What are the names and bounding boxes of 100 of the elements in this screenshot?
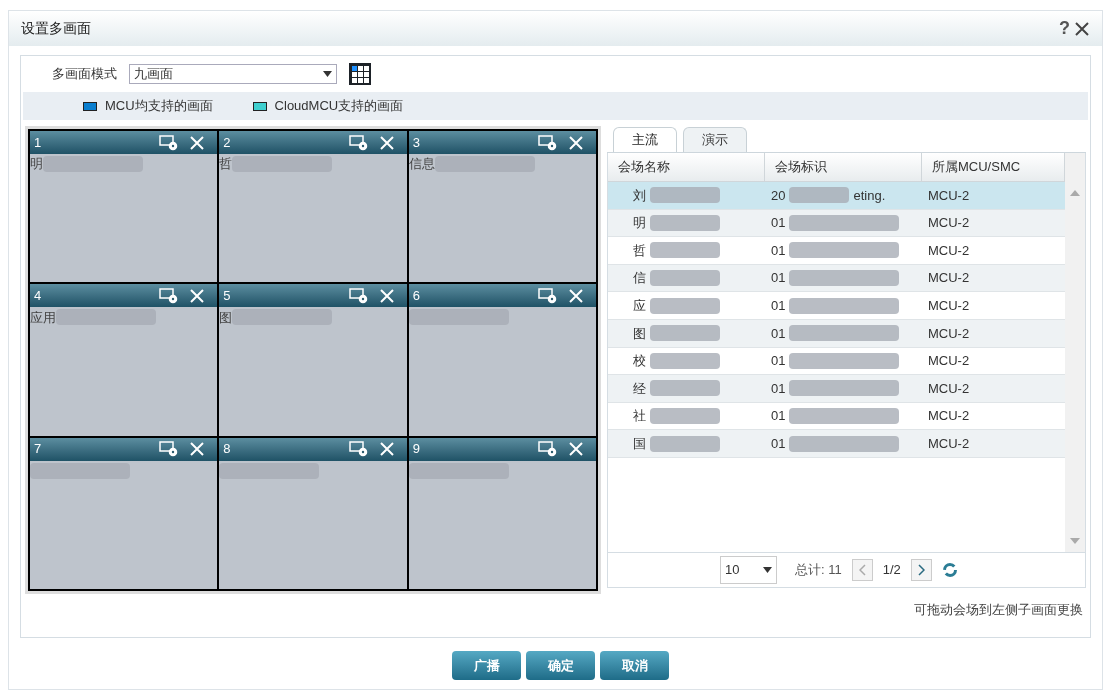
tile-number: 3 — [412, 133, 420, 152]
redacted-block — [650, 352, 720, 369]
screen-tile[interactable]: 1 明 — [30, 131, 218, 283]
monitor-gear-icon[interactable] — [348, 287, 369, 304]
table-cell-text: 信 — [633, 269, 646, 288]
table-cell-text: MCU-2 — [928, 241, 970, 260]
table-cell-text: eting. — [853, 186, 886, 205]
monitor-gear-icon[interactable] — [348, 134, 369, 151]
table-cell-text: 应 — [633, 296, 646, 315]
table-row[interactable]: 国 01 MCU-2 — [608, 430, 1065, 458]
dialog-title: 设置多画面 — [21, 19, 91, 38]
help-button[interactable]: ? — [1059, 15, 1070, 42]
redacted-block — [650, 270, 720, 287]
screen-tile[interactable]: 6 — [408, 284, 596, 436]
tab[interactable]: 主流 — [613, 127, 677, 152]
table-cell-text: 哲 — [633, 241, 646, 260]
table-cell-text: MCU-2 — [928, 379, 970, 398]
table-cell-text: 社 — [633, 407, 646, 426]
table-row[interactable]: 图 01 MCU-2 — [608, 319, 1065, 348]
mode-label: 多画面模式 — [52, 65, 117, 84]
table-cell-text: 20 — [771, 186, 786, 205]
table-row[interactable]: 经 01 MCU-2 — [608, 375, 1065, 403]
site-name: 图 — [219, 308, 233, 327]
redacted-block — [650, 187, 720, 204]
redacted-block — [650, 214, 720, 231]
tile-number: 7 — [34, 440, 42, 459]
table-cell-text: MCU-2 — [928, 214, 970, 233]
caret-icon — [323, 71, 332, 77]
dialog-button[interactable]: 确定 — [526, 651, 595, 680]
page-indicator: 1/2 — [882, 561, 901, 580]
table-cell-text: MCU-2 — [928, 186, 970, 205]
table-cell-text: MCU-2 — [928, 296, 970, 315]
table-cell-text: 01 — [771, 407, 786, 426]
table-cell-text: 01 — [771, 214, 786, 233]
screen-tile[interactable]: 8 — [219, 437, 407, 589]
table-cell-text: 经 — [633, 379, 646, 398]
screen-tile[interactable]: 2 哲 — [219, 131, 407, 283]
mode-dropdown[interactable]: 九画面 — [129, 64, 337, 84]
table-cell-text: 01 — [771, 379, 786, 398]
table-cell-text: 明 — [633, 214, 646, 233]
redacted-block — [789, 187, 850, 204]
column-header[interactable]: 会场标识 — [765, 153, 922, 181]
monitor-gear-icon[interactable] — [348, 441, 369, 458]
screen-tile[interactable]: 3 信息 — [408, 131, 596, 283]
monitor-gear-icon[interactable] — [159, 441, 180, 458]
tile-number: 6 — [412, 287, 420, 306]
table-row[interactable]: 明 01 MCU-2 — [608, 209, 1065, 238]
table-cell-text: 01 — [771, 241, 786, 260]
grid-layout-icon[interactable] — [349, 63, 371, 85]
tile-number: 8 — [223, 440, 231, 459]
table-cell-text: 01 — [771, 434, 786, 453]
dialog-button[interactable]: 广播 — [452, 651, 521, 680]
screen-tile[interactable]: 7 — [30, 437, 218, 589]
site-name: 应用 — [30, 308, 56, 327]
monitor-gear-icon[interactable] — [159, 287, 180, 304]
redacted-block — [650, 297, 720, 314]
column-header[interactable]: 会场名称 — [608, 153, 765, 181]
page-size-dropdown[interactable]: 10 — [720, 555, 777, 584]
screen-tile[interactable]: 9 — [408, 437, 596, 589]
table-row[interactable]: 信 01 MCU-2 — [608, 264, 1065, 293]
redacted-block — [650, 380, 720, 397]
table-row[interactable]: 刘 20 eting. MCU-2 — [608, 182, 1065, 210]
table-cell-text: 01 — [771, 296, 786, 315]
chevron-right-icon — [917, 563, 925, 576]
monitor-gear-icon[interactable] — [159, 134, 180, 151]
table-cell-text: 校 — [633, 352, 646, 371]
table-cell-text: MCU-2 — [928, 352, 970, 371]
legend-label: MCU均支持的画面 — [105, 97, 213, 116]
screen-tile[interactable]: 5 图 — [219, 284, 407, 436]
tile-number: 2 — [223, 133, 231, 152]
tile-number: 5 — [223, 287, 231, 306]
monitor-gear-icon[interactable] — [538, 287, 558, 304]
total-count: 总计: 11 — [795, 561, 842, 580]
table-cell-text: 国 — [633, 434, 646, 453]
table-cell-text: MCU-2 — [928, 269, 970, 288]
tile-number: 1 — [34, 133, 42, 152]
monitor-gear-icon[interactable] — [538, 134, 558, 151]
chevron-left-icon — [858, 563, 866, 576]
site-name: 明 — [30, 155, 43, 174]
site-name: 信息 — [408, 155, 435, 174]
redacted-block — [650, 242, 720, 259]
table-cell-text: MCU-2 — [928, 407, 970, 426]
redacted-block — [650, 325, 720, 342]
table-cell-text: 01 — [771, 324, 786, 343]
legend-label: CloudMCU支持的画面 — [274, 97, 404, 116]
monitor-gear-icon[interactable] — [538, 441, 558, 458]
close-icon[interactable] — [1074, 20, 1090, 37]
table-cell-text: 01 — [771, 269, 786, 288]
dialog-button[interactable]: 取消 — [600, 651, 669, 680]
table-cell-text: 图 — [633, 324, 646, 343]
table-cell-text: 01 — [771, 352, 786, 371]
redacted-block — [650, 435, 720, 452]
drag-hint: 可拖动会场到左侧子画面更换 — [914, 600, 1083, 619]
next-page-button[interactable] — [910, 558, 932, 581]
table-cell-text: MCU-2 — [928, 324, 970, 343]
screen-tile[interactable]: 4 应用 — [30, 284, 218, 436]
tile-number: 9 — [412, 440, 420, 459]
refresh-icon[interactable] — [941, 561, 958, 578]
caret-icon — [763, 566, 772, 573]
tab[interactable]: 演示 — [683, 127, 747, 152]
